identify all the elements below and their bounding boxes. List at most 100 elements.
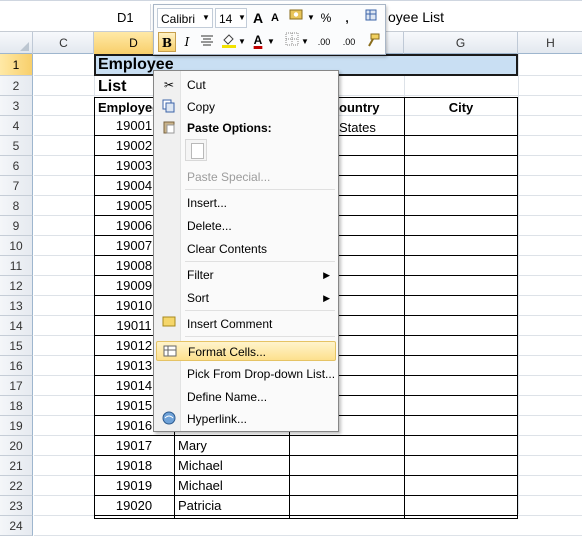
menu-item-clear-contents[interactable]: Clear Contents	[156, 239, 336, 259]
menu-item-label: Pick From Drop-down List...	[187, 367, 336, 381]
italic-button[interactable]: I	[180, 32, 194, 52]
menu-section-label: Paste Options:	[187, 121, 272, 135]
row-header-20[interactable]: 20	[0, 436, 33, 456]
chevron-down-icon[interactable]: ▼	[301, 32, 309, 52]
menu-item-delete[interactable]: Delete...	[156, 216, 336, 236]
paste-option-button[interactable]	[185, 139, 207, 161]
comma-style-button[interactable]: ,	[341, 8, 353, 28]
cell-employee-name[interactable]: Patricia	[178, 496, 288, 516]
menu-separator	[185, 336, 335, 337]
menu-item-format-cells[interactable]: Format Cells...	[156, 341, 336, 361]
menu-item-pick-list[interactable]: Pick From Drop-down List...	[156, 364, 336, 384]
cell-employee-id[interactable]: 19020	[94, 496, 174, 516]
row-header-1[interactable]: 1	[0, 54, 33, 76]
row-header-18[interactable]: 18	[0, 396, 33, 416]
chevron-down-icon[interactable]: ▼	[307, 8, 315, 28]
menu-item-paste-special[interactable]: Paste Special...	[156, 167, 336, 187]
font-color-button[interactable]: A	[250, 30, 266, 50]
menu-item-cut[interactable]: ✂ Cut	[156, 75, 336, 95]
column-header-h[interactable]: H	[518, 32, 582, 54]
row-header-15[interactable]: 15	[0, 336, 33, 356]
column-header-g[interactable]: G	[404, 32, 518, 54]
row-header-13[interactable]: 13	[0, 296, 33, 316]
row-header-7[interactable]: 7	[0, 176, 33, 196]
row-header-22[interactable]: 22	[0, 476, 33, 496]
row-header-8[interactable]: 8	[0, 196, 33, 216]
percent-style-button[interactable]: %	[319, 8, 333, 28]
gridline	[518, 54, 519, 514]
row-header-3[interactable]: 3	[0, 96, 33, 116]
cell-employee-name[interactable]: Michael	[178, 456, 288, 476]
menu-item-sort[interactable]: Sort ▶	[156, 288, 336, 308]
gridline	[34, 535, 582, 536]
menu-item-paste-options: Paste Options:	[156, 118, 336, 138]
chevron-down-icon[interactable]: ▼	[237, 8, 247, 28]
menu-item-label: Clear Contents	[187, 242, 268, 256]
submenu-arrow-icon: ▶	[323, 293, 330, 303]
cell-employee-name[interactable]: Mary	[178, 436, 288, 456]
row-header-12[interactable]: 12	[0, 276, 33, 296]
menu-item-copy[interactable]: Copy	[156, 97, 336, 117]
menu-item-label: Filter	[187, 268, 214, 282]
menu-separator	[185, 310, 335, 311]
row-header-19[interactable]: 19	[0, 416, 33, 436]
select-all-button[interactable]	[0, 32, 33, 54]
menu-item-label: Paste Special...	[187, 170, 271, 184]
header-city[interactable]: City	[404, 98, 518, 118]
chevron-down-icon[interactable]: ▼	[267, 32, 275, 52]
grow-font-button[interactable]: A	[250, 8, 266, 28]
cell-employee-name[interactable]: Michael	[178, 476, 288, 496]
row-header-21[interactable]: 21	[0, 456, 33, 476]
cell-employee-id[interactable]: 19018	[94, 456, 174, 476]
cell-country-row4[interactable]: States	[339, 118, 403, 138]
row-header-24[interactable]: 24	[0, 516, 33, 536]
row-header-5[interactable]: 5	[0, 136, 33, 156]
menu-item-insert-comment[interactable]: Insert Comment	[156, 314, 336, 334]
menu-item-label: Hyperlink...	[187, 412, 248, 426]
row-header-9[interactable]: 9	[0, 216, 33, 236]
cell-employee-id[interactable]: 19017	[94, 436, 174, 456]
row-header-16[interactable]: 16	[0, 356, 33, 376]
menu-item-define-name[interactable]: Define Name...	[156, 387, 336, 407]
menu-item-insert[interactable]: Insert...	[156, 193, 336, 213]
menu-item-label: Insert Comment	[187, 317, 273, 331]
menu-separator	[185, 189, 335, 190]
context-menu: ✂ Cut Copy Paste Options: Paste Special.…	[153, 70, 339, 432]
row-header-6[interactable]: 6	[0, 156, 33, 176]
row-header-14[interactable]: 14	[0, 316, 33, 336]
menu-item-filter[interactable]: Filter ▶	[156, 265, 336, 285]
align-center-icon[interactable]	[198, 32, 216, 52]
submenu-arrow-icon: ▶	[323, 270, 330, 280]
menu-separator	[185, 261, 335, 262]
row-header-17[interactable]: 17	[0, 376, 33, 396]
chevron-down-icon[interactable]: ▼	[201, 8, 211, 28]
name-box-divider	[150, 4, 151, 30]
cell-employee-id[interactable]: 19019	[94, 476, 174, 496]
shrink-font-button[interactable]: A	[268, 8, 282, 28]
chevron-down-icon[interactable]: ▼	[238, 32, 246, 52]
bold-button[interactable]: B	[158, 32, 176, 52]
accounting-format-icon[interactable]	[287, 8, 307, 28]
format-painter-brush-icon[interactable]	[364, 32, 382, 52]
menu-item-label: Copy	[187, 100, 216, 114]
name-box[interactable]: D1	[117, 10, 134, 25]
fill-color-icon[interactable]	[220, 32, 238, 52]
row-header-4[interactable]: 4	[0, 116, 33, 136]
header-country[interactable]: ountry	[339, 98, 403, 118]
row-header-11[interactable]: 11	[0, 256, 33, 276]
menu-item-label: Define Name...	[187, 390, 268, 404]
row-header-10[interactable]: 10	[0, 236, 33, 256]
column-header-c[interactable]: C	[34, 32, 94, 54]
menu-item-label: Sort	[187, 291, 210, 305]
decrease-decimal-button[interactable]: .00	[337, 32, 361, 52]
hyperlink-icon	[161, 411, 177, 427]
menu-item-hyperlink[interactable]: Hyperlink...	[156, 409, 336, 429]
row-header-2[interactable]: 2	[0, 76, 33, 96]
formula-input[interactable]: oyee List	[388, 9, 444, 25]
menu-item-label: Insert...	[187, 196, 228, 210]
borders-icon[interactable]	[284, 32, 300, 52]
format-painter-icon[interactable]	[362, 8, 382, 28]
copy-icon	[161, 99, 177, 115]
row-header-23[interactable]: 23	[0, 496, 33, 516]
increase-decimal-button[interactable]: .00	[312, 32, 336, 52]
